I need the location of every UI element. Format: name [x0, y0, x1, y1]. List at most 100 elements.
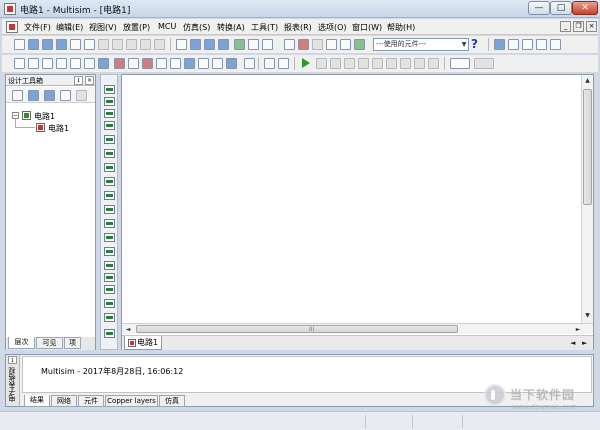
zoom-in-icon[interactable] — [508, 39, 519, 50]
component-wizard-icon[interactable] — [248, 39, 259, 50]
place-transistor-icon[interactable] — [56, 58, 67, 69]
place-power-icon[interactable] — [156, 58, 167, 69]
place-misc-icon[interactable] — [170, 58, 181, 69]
bode-plotter-icon[interactable] — [104, 149, 115, 158]
place-basic-icon[interactable] — [28, 58, 39, 69]
logic-converter-icon[interactable] — [104, 205, 115, 214]
redo-icon[interactable] — [154, 39, 165, 50]
vertical-scrollbar[interactable]: ▲ ▼ — [581, 75, 593, 323]
stop-simulation-icon[interactable] — [330, 58, 341, 69]
wattmeter-icon[interactable] — [104, 109, 115, 118]
new-file-icon[interactable] — [14, 39, 25, 50]
print-preview-icon[interactable] — [84, 39, 95, 50]
multimeter-icon[interactable] — [104, 85, 115, 94]
grapher-icon[interactable] — [262, 39, 273, 50]
menu-edit[interactable]: 编辑(E) — [56, 22, 83, 33]
spreadsheet-view-icon[interactable] — [218, 39, 229, 50]
menu-reports[interactable]: 报表(R) — [284, 22, 312, 33]
chevron-down-icon[interactable]: ▼ — [460, 39, 468, 50]
menu-mcu[interactable]: MCU — [158, 22, 176, 31]
place-bus-icon[interactable] — [264, 58, 275, 69]
tektronix-scope-icon[interactable] — [104, 313, 115, 322]
save-design-icon[interactable] — [44, 90, 55, 101]
place-analog-icon[interactable] — [70, 58, 81, 69]
place-indicator-icon[interactable] — [142, 58, 153, 69]
toggle-breakpoint-icon[interactable] — [400, 58, 411, 69]
scroll-left-icon[interactable]: ◄ — [124, 325, 132, 334]
run-simulation-icon[interactable] — [302, 58, 310, 68]
schematic-canvas[interactable] — [122, 75, 581, 323]
forward-annotate-icon[interactable] — [340, 39, 351, 50]
transfer-to-layout-icon[interactable] — [354, 39, 365, 50]
tab-nav-left-icon[interactable]: ◄ — [570, 339, 575, 347]
minimize-button[interactable]: — — [528, 1, 550, 15]
tab-components[interactable]: 元件 — [78, 395, 104, 407]
agilent-generator-icon[interactable] — [104, 273, 115, 282]
erc-check-icon[interactable] — [298, 39, 309, 50]
save-icon[interactable] — [56, 39, 67, 50]
close-design-icon[interactable] — [60, 90, 71, 101]
iv-analyzer-icon[interactable] — [104, 219, 115, 228]
app-icon[interactable] — [4, 3, 16, 15]
probe-icon[interactable] — [428, 58, 439, 69]
toggle-toolbox-icon[interactable] — [204, 39, 215, 50]
place-cmos-icon[interactable] — [98, 58, 109, 69]
document-icon[interactable] — [6, 21, 18, 33]
mdi-minimize-button[interactable]: _ — [560, 21, 571, 32]
place-ttl-icon[interactable] — [84, 58, 95, 69]
close-icon[interactable]: × — [85, 76, 94, 85]
breadboard-icon[interactable] — [450, 58, 470, 69]
current-probe-icon[interactable] — [104, 329, 115, 338]
horizontal-scrollbar[interactable]: ◄ III ► — [122, 323, 593, 334]
place-source-icon[interactable] — [14, 58, 25, 69]
tab-copper-layers[interactable]: Copper layers — [105, 395, 158, 407]
menu-simulate[interactable]: 仿真(S) — [183, 22, 210, 33]
vertical-scroll-thumb[interactable] — [583, 89, 592, 205]
word-generator-icon[interactable] — [104, 177, 115, 186]
rectangle-tool-icon[interactable] — [312, 39, 323, 50]
run-to-cursor-icon[interactable] — [386, 58, 397, 69]
mdi-restore-button[interactable]: ❐ — [573, 21, 584, 32]
pin-icon[interactable]: ɪ — [74, 76, 83, 85]
mdi-close-button[interactable]: × — [586, 21, 597, 32]
virtual-board-icon[interactable] — [474, 58, 494, 69]
step-into-icon[interactable] — [344, 58, 355, 69]
menu-tools[interactable]: 工具(T) — [251, 22, 278, 33]
menu-help[interactable]: 帮助(H) — [387, 22, 415, 33]
print-icon[interactable] — [70, 39, 81, 50]
menu-file[interactable]: 文件(F) — [24, 22, 51, 33]
step-out-icon[interactable] — [372, 58, 383, 69]
zoom-out-icon[interactable] — [522, 39, 533, 50]
oscilloscope-icon[interactable] — [104, 121, 115, 130]
paste-icon[interactable] — [126, 39, 137, 50]
scroll-down-icon[interactable]: ▼ — [583, 311, 592, 320]
zoom-fit-icon[interactable] — [494, 39, 505, 50]
tab-visibility[interactable]: 可见 — [36, 337, 63, 349]
place-rf-icon[interactable] — [198, 58, 209, 69]
menu-window[interactable]: 窗口(W) — [352, 22, 382, 33]
distortion-analyzer-icon[interactable] — [104, 233, 115, 242]
postprocessor-icon[interactable] — [284, 39, 295, 50]
pin-icon[interactable]: ɪ — [8, 356, 17, 364]
tab-results[interactable]: 结果 — [24, 395, 50, 407]
menu-options[interactable]: 选项(O) — [318, 22, 347, 33]
scroll-up-icon[interactable]: ▲ — [583, 76, 592, 85]
place-mixed-icon[interactable] — [128, 58, 139, 69]
place-advanced-periph-icon[interactable] — [184, 58, 195, 69]
place-mcu-icon[interactable] — [226, 58, 237, 69]
tab-project[interactable]: 项 — [64, 337, 81, 349]
tab-nets[interactable]: 网络 — [51, 395, 77, 407]
help-icon[interactable]: ? — [471, 38, 481, 51]
logic-analyzer-icon[interactable] — [104, 191, 115, 200]
full-screen-icon[interactable] — [190, 39, 201, 50]
open-sample-icon[interactable] — [42, 39, 53, 50]
tree-collapse-icon[interactable]: − — [12, 112, 19, 119]
frequency-counter-icon[interactable] — [104, 163, 115, 172]
place-ladder-icon[interactable] — [244, 58, 255, 69]
maximize-button[interactable]: □ — [550, 1, 572, 15]
place-electromech-icon[interactable] — [212, 58, 223, 69]
tab-nav-right-icon[interactable]: ► — [582, 339, 587, 347]
four-channel-scope-icon[interactable] — [104, 135, 115, 144]
back-annotate-icon[interactable] — [326, 39, 337, 50]
step-over-icon[interactable] — [358, 58, 369, 69]
